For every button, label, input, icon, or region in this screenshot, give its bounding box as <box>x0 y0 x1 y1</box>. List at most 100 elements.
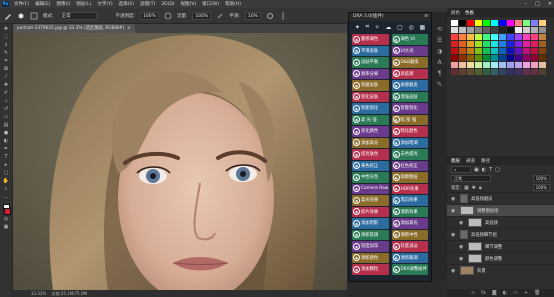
dra-button[interactable]: ◉ D&B磨皮 <box>391 57 428 68</box>
maximize-icon[interactable]: □ <box>535 1 540 7</box>
color-swatch[interactable] <box>467 62 474 68</box>
link-layers-icon[interactable]: ∞ <box>471 290 475 296</box>
color-swatch[interactable] <box>451 34 458 40</box>
color-swatch[interactable] <box>451 62 458 68</box>
color-swatch[interactable] <box>539 69 546 75</box>
blur-tool-icon[interactable]: ● <box>2 130 10 137</box>
tab-layers[interactable]: 图层 <box>451 158 460 164</box>
add-mask-icon[interactable]: ◙ <box>492 290 497 296</box>
color-swatch[interactable] <box>459 55 466 61</box>
color-swatch[interactable] <box>459 34 466 40</box>
dra-button[interactable]: ◉ 轻度减淡 <box>391 241 428 252</box>
dra-button[interactable]: ◉ 清新胶调 <box>352 229 389 240</box>
color-swatch[interactable] <box>531 20 538 26</box>
color-swatch[interactable] <box>491 20 498 26</box>
color-swatch[interactable] <box>499 27 506 33</box>
color-swatch[interactable] <box>499 34 506 40</box>
color-swatch[interactable] <box>507 62 514 68</box>
color-swatch[interactable] <box>475 27 482 33</box>
menu-edit[interactable]: 编辑(E) <box>35 1 50 7</box>
color-swatch[interactable] <box>539 41 546 47</box>
quick-select-tool-icon[interactable]: ✎ <box>2 50 10 57</box>
new-layer-icon[interactable]: + <box>524 290 528 296</box>
blend-mode-select[interactable]: 正常 <box>451 175 491 182</box>
hand-tool-icon[interactable]: ✋ <box>2 178 10 185</box>
color-swatch[interactable] <box>451 41 458 47</box>
properties-icon[interactable]: ☰ <box>437 37 442 44</box>
eyedropper-tool-icon[interactable]: ⁄ <box>2 74 10 81</box>
color-swatch[interactable] <box>491 69 498 75</box>
color-swatch[interactable] <box>531 34 538 40</box>
color-swatch[interactable] <box>499 20 506 26</box>
flow-input[interactable]: 100% <box>192 11 212 20</box>
symmetry-icon[interactable] <box>279 11 287 20</box>
color-swatch[interactable] <box>523 55 530 61</box>
dra-button[interactable]: ◉ 轻磨皮肤 <box>352 80 389 91</box>
menu-type[interactable]: 文字(Y) <box>97 1 112 7</box>
pen-tool-icon[interactable]: ✒ <box>2 146 10 153</box>
layer-fill-input[interactable]: 100% <box>532 184 550 191</box>
brush-settings-icon[interactable] <box>30 12 38 20</box>
color-swatch[interactable] <box>491 55 498 61</box>
color-swatch[interactable] <box>499 48 506 54</box>
color-swatch[interactable] <box>467 69 474 75</box>
dra-button[interactable]: ◉ 清新中性 <box>391 229 428 240</box>
zoom-tool-icon[interactable]: ⌕ <box>2 186 10 193</box>
dra-button[interactable]: ◉ 添加暗调 <box>391 137 428 148</box>
color-swatch[interactable] <box>483 34 490 40</box>
visibility-eye-icon[interactable]: ◉ <box>459 244 465 250</box>
dra-button[interactable]: ◉ 平滑皮肤 <box>352 45 389 56</box>
dra-button[interactable]: ◉ 胶片效果 <box>352 206 389 217</box>
dra-button[interactable]: ◉ 观察图层 <box>391 172 428 183</box>
new-group-icon[interactable]: ▭ <box>513 290 518 296</box>
color-swatch[interactable] <box>491 41 498 47</box>
color-swatch[interactable] <box>491 62 498 68</box>
layer-row[interactable]: ◉ 颜色调整 <box>447 252 554 264</box>
rectangle-tool-icon[interactable]: □ <box>2 170 10 177</box>
dra-button[interactable]: ◉ 智能锐化 <box>391 103 428 114</box>
visibility-eye-icon[interactable]: ◉ <box>451 196 457 202</box>
dra-button[interactable]: ◉ 清新暖调 <box>391 252 428 263</box>
dra-button[interactable]: ◉ 增强皮肤 <box>391 91 428 102</box>
dra-button[interactable]: ◉ 去色提亮 <box>391 149 428 160</box>
color-swatch[interactable] <box>507 69 514 75</box>
dra-button[interactable]: ◉ 高低频 <box>391 68 428 79</box>
dra-button[interactable]: ◉ 红色校正 <box>391 160 428 171</box>
dra-button[interactable]: ◉ 亮化颜色 <box>352 126 389 137</box>
color-swatch[interactable] <box>515 55 522 61</box>
dra-button[interactable]: ◉ DRA调整插件 <box>391 264 428 275</box>
color-swatch[interactable] <box>459 27 466 33</box>
color-swatch[interactable] <box>515 27 522 33</box>
dodge-tool-icon[interactable]: ◐ <box>2 138 10 145</box>
delete-layer-icon[interactable]: 🗑︎ <box>534 290 540 296</box>
brush-tool-icon[interactable]: ✐ <box>2 90 10 97</box>
filter-type-icon[interactable]: T <box>489 167 492 173</box>
color-swatch[interactable] <box>459 62 466 68</box>
lock-all-icon[interactable]: 🔒︎ <box>479 185 482 191</box>
dra-button[interactable]: ◉ 暗化颜色 <box>391 126 428 137</box>
paragraph-icon[interactable]: ¶ <box>438 70 442 77</box>
color-swatch[interactable] <box>523 27 530 33</box>
dra-button[interactable]: ◉ 柔光效果 <box>352 195 389 206</box>
color-swatch[interactable] <box>451 55 458 61</box>
color-swatch[interactable] <box>507 55 514 61</box>
dra-button[interactable]: ◉ 调色 UI <box>391 34 428 45</box>
dra-button[interactable]: ◉ UI大光 <box>391 45 428 56</box>
dra-button[interactable]: ◉ 黄色校正 <box>352 160 389 171</box>
frame-tool-icon[interactable]: ⊠ <box>2 66 10 73</box>
opacity-input[interactable]: 100% <box>140 11 159 20</box>
close-icon[interactable]: ✕ <box>548 1 552 7</box>
dra-button[interactable]: ◉ 高 光 强 <box>352 114 389 125</box>
fx-icon[interactable]: fx <box>481 290 486 296</box>
color-swatch[interactable] <box>467 34 474 40</box>
brush-tool-icon[interactable] <box>4 12 12 20</box>
screen-mode-icon[interactable]: ▣ <box>2 224 10 231</box>
color-swatch[interactable] <box>523 62 530 68</box>
move-tool-icon[interactable]: ✥ <box>2 26 10 33</box>
color-swatch[interactable] <box>459 48 466 54</box>
menu-file[interactable]: 文件(F) <box>14 1 29 7</box>
history-brush-tool-icon[interactable]: ↺ <box>2 106 10 113</box>
dra-button[interactable]: ◉ 皮肤平衡 <box>352 57 389 68</box>
dra-button[interactable]: ◉ 轻度加深 <box>352 241 389 252</box>
color-swatch[interactable] <box>491 27 498 33</box>
